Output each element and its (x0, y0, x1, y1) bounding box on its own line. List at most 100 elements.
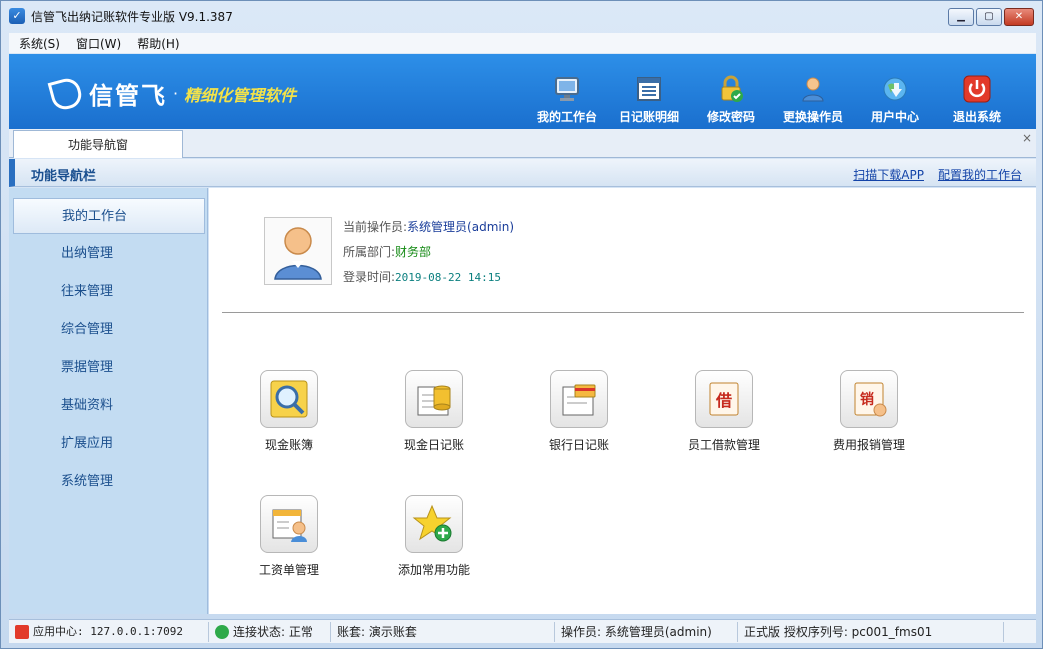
function-label: 现金账簿 (264, 438, 313, 452)
avatar (264, 217, 332, 285)
section-divider (222, 312, 1024, 313)
app-center-icon (15, 624, 29, 639)
tool-exit-system[interactable]: 退出系统 (936, 74, 1018, 125)
status-operator: 操作员: 系统管理员(admin) (555, 621, 738, 642)
menu-system[interactable]: 系统(S) (19, 35, 60, 52)
status-account-set-text: 账套: 演示账套 (337, 624, 417, 639)
sidebar-item-extensions[interactable]: 扩展应用 (13, 426, 205, 462)
tool-label: 修改密码 (706, 110, 755, 124)
close-tab-icon[interactable]: × (1022, 131, 1032, 145)
tool-journal-detail[interactable]: 日记账明细 (608, 74, 690, 125)
department-label: 所属部门: (343, 245, 396, 259)
tool-label: 我的工作台 (536, 110, 597, 124)
main-panel: 当前操作员:系统管理员(admin) 所属部门:财务部 登录时间:2019-08… (209, 188, 1036, 614)
tool-my-workbench[interactable]: 我的工作台 (526, 74, 608, 125)
tool-label: 退出系统 (952, 110, 1001, 124)
maximize-button[interactable]: ▢ (976, 8, 1002, 26)
function-label: 银行日记账 (548, 438, 609, 452)
app-window: ✓ 信管飞出纳记账软件专业版 V9.1.387 ▁ ▢ ✕ 系统(S) 窗口(W… (0, 0, 1043, 649)
toolbar: 我的工作台 日记账明细 修改密码 更换操作员 用户中心 退出系统 (526, 74, 1018, 125)
sidebar-item-my-workbench[interactable]: 我的工作台 (13, 198, 205, 234)
svg-text:销: 销 (860, 391, 874, 408)
function-cash-ledger[interactable]: 现金账簿 (234, 370, 344, 453)
brand-name: 信管飞 (89, 82, 167, 110)
brand-separator: · (173, 84, 179, 103)
tool-user-center[interactable]: 用户中心 (854, 74, 936, 125)
status-app-center-text: 应用中心: 127.0.0.1:7092 (33, 624, 183, 638)
function-expense-reimburse[interactable]: 销 费用报销管理 (814, 370, 924, 453)
status-license-text: 正式版 授权序列号: pc001_fms01 (744, 624, 933, 639)
tool-label: 更换操作员 (782, 110, 843, 124)
function-label: 员工借款管理 (687, 438, 760, 452)
function-bank-journal[interactable]: 银行日记账 (524, 370, 634, 453)
scan-download-app-link[interactable]: 扫描下载APP (853, 166, 924, 183)
window-controls: ▁ ▢ ✕ (948, 8, 1034, 26)
status-bar: 应用中心: 127.0.0.1:7092 连接状态: 正常 账套: 演示账套 操… (9, 619, 1036, 643)
close-button[interactable]: ✕ (1004, 8, 1034, 26)
menu-help[interactable]: 帮助(H) (137, 35, 179, 52)
sidebar-item-accounts[interactable]: 往来管理 (13, 274, 205, 310)
monitor-icon (552, 74, 582, 104)
user-avatar-icon (274, 227, 322, 280)
tool-label: 用户中心 (870, 110, 919, 124)
magnifier-book-icon (260, 370, 318, 428)
tool-label: 日记账明细 (618, 110, 679, 124)
borrow-note-icon: 借 (695, 370, 753, 428)
reimburse-note-icon: 销 (840, 370, 898, 428)
lock-check-icon (716, 74, 746, 104)
ledger-list-icon (634, 74, 664, 104)
function-add-favorite[interactable]: 添加常用功能 (379, 495, 489, 578)
menu-window[interactable]: 窗口(W) (76, 35, 121, 52)
bank-journal-icon (550, 370, 608, 428)
minimize-button[interactable]: ▁ (948, 8, 974, 26)
brand-mark-icon (47, 75, 85, 112)
status-app-center: 应用中心: 127.0.0.1:7092 (9, 621, 209, 642)
function-employee-loan[interactable]: 借 员工借款管理 (669, 370, 779, 453)
navigation-title: 功能导航栏 (31, 169, 97, 184)
sidebar-item-system[interactable]: 系统管理 (13, 464, 205, 500)
sidebar-item-basic-data[interactable]: 基础资料 (13, 388, 205, 424)
tab-function-navigation[interactable]: 功能导航窗 (13, 130, 183, 158)
navigation-header: 功能导航栏 扫描下载APP 配置我的工作台 (9, 159, 1036, 187)
sidebar-item-bills[interactable]: 票据管理 (13, 350, 205, 386)
menu-bar: 系统(S) 窗口(W) 帮助(H) (9, 33, 1036, 53)
login-time-row: 登录时间:2019-08-22 14:15 (343, 266, 514, 291)
status-account-set: 账套: 演示账套 (331, 621, 555, 642)
status-connection: 连接状态: 正常 (209, 621, 331, 642)
function-payroll[interactable]: 工资单管理 (234, 495, 344, 578)
app-logo-icon: ✓ (9, 8, 25, 24)
sidebar: 我的工作台 出纳管理 往来管理 综合管理 票据管理 基础资料 扩展应用 系统管理 (9, 188, 208, 614)
tab-strip: 功能导航窗 × (9, 129, 1036, 158)
header-links: 扫描下载APP 配置我的工作台 (853, 166, 1022, 183)
department-row: 所属部门:财务部 (343, 241, 514, 266)
title-bar: ✓ 信管飞出纳记账软件专业版 V9.1.387 ▁ ▢ ✕ (1, 1, 1042, 31)
function-label: 工资单管理 (258, 563, 319, 577)
department-value: 财务部 (395, 245, 432, 259)
tool-change-password[interactable]: 修改密码 (690, 74, 772, 125)
function-label: 添加常用功能 (397, 563, 470, 577)
operator-value: 系统管理员(admin) (407, 220, 515, 234)
header-banner: 信管飞 · 精细化管理软件 我的工作台 日记账明细 修改密码 更换操作员 用户中… (9, 54, 1036, 129)
status-operator-text: 操作员: 系统管理员(admin) (561, 624, 712, 639)
payroll-sheet-icon (260, 495, 318, 553)
status-connection-text: 连接状态: 正常 (233, 624, 313, 639)
configure-workbench-link[interactable]: 配置我的工作台 (938, 166, 1022, 183)
brand-slogan: 精细化管理软件 (184, 85, 297, 105)
tool-switch-operator[interactable]: 更换操作员 (772, 74, 854, 125)
connection-ok-icon (215, 624, 229, 639)
sidebar-item-general[interactable]: 综合管理 (13, 312, 205, 348)
login-time-value: 2019-08-22 14:15 (395, 271, 502, 284)
function-cash-journal[interactable]: 现金日记账 (379, 370, 489, 453)
status-license: 正式版 授权序列号: pc001_fms01 (738, 621, 1004, 642)
globe-arrow-icon (880, 74, 910, 104)
operator-info: 当前操作员:系统管理员(admin) 所属部门:财务部 登录时间:2019-08… (343, 216, 514, 291)
login-time-label: 登录时间: (343, 270, 396, 284)
brand-logo: 信管飞 · 精细化管理软件 (47, 75, 297, 112)
svg-text:借: 借 (715, 391, 732, 410)
sidebar-item-cashier[interactable]: 出纳管理 (13, 236, 205, 272)
function-label: 现金日记账 (403, 438, 464, 452)
coin-journal-icon (405, 370, 463, 428)
power-icon (962, 74, 992, 104)
star-add-icon (405, 495, 463, 553)
function-label: 费用报销管理 (832, 438, 905, 452)
